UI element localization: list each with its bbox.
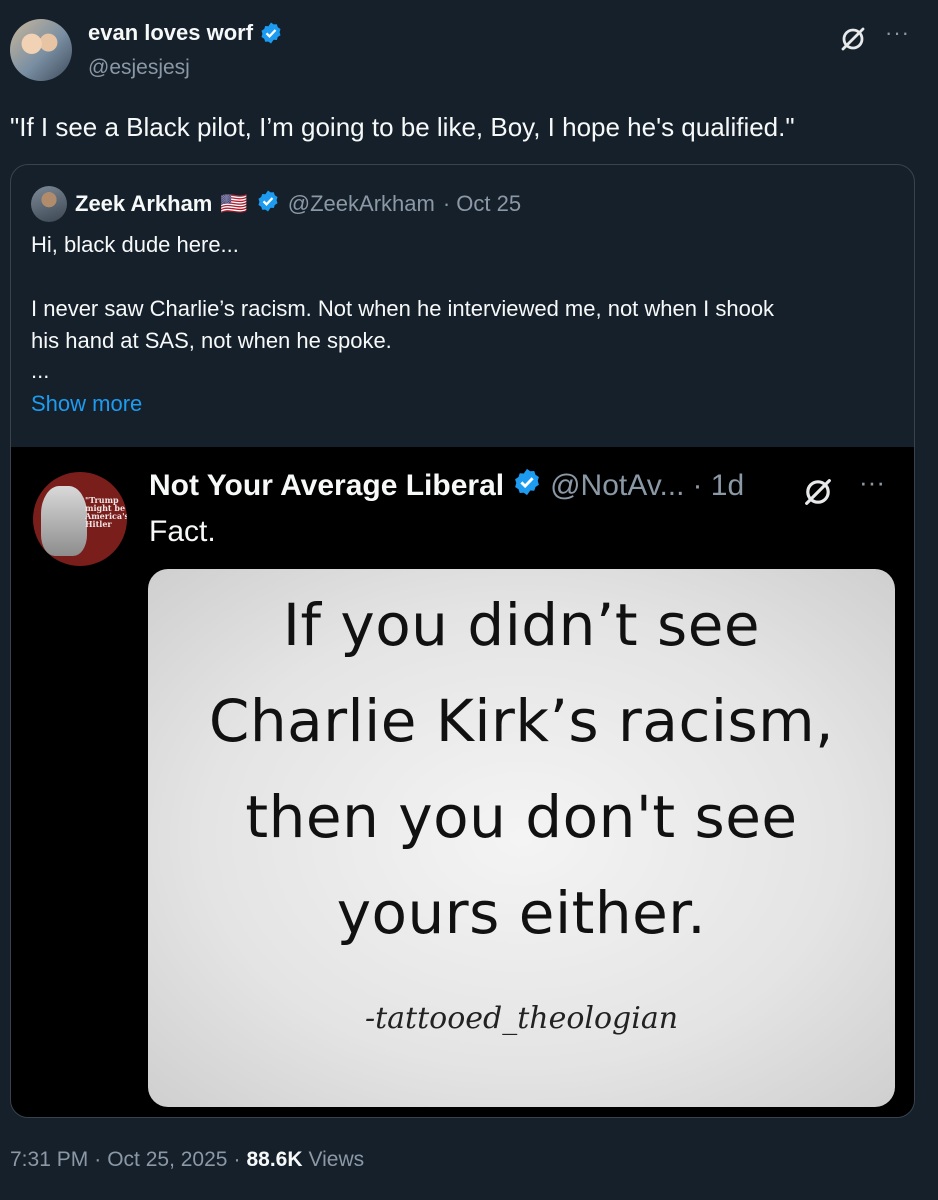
- separator: ·: [94, 1148, 102, 1171]
- author-name-row[interactable]: evan loves worf: [88, 20, 283, 46]
- quote-line: If you didn’t see: [282, 591, 761, 659]
- embedded-author-name: Not Your Average Liberal: [149, 469, 505, 502]
- quoted-tweet-card[interactable]: Zeek Arkham 🇺🇸 @ZeekArkham · Oct 25 Hi, …: [10, 164, 915, 1118]
- tweet-text: "If I see a Black pilot, I’m going to be…: [10, 112, 795, 142]
- quote-signature: -tattooed_theologian: [364, 1001, 679, 1036]
- quoted-text-line: Hi, black dude here...: [31, 232, 239, 257]
- quote-line: then you don't see: [245, 783, 798, 851]
- grok-icon: [801, 475, 835, 514]
- quoted-text-line: his hand at SAS, not when he spoke.: [31, 328, 392, 353]
- quoted-date: · Oct 25: [442, 191, 522, 216]
- quoted-header: Zeek Arkham 🇺🇸 @ZeekArkham · Oct 25: [75, 189, 521, 219]
- attached-image[interactable]: "Trump might be America's Hitler Not You…: [11, 447, 914, 1117]
- author-avatar[interactable]: [10, 19, 72, 81]
- views-count[interactable]: 88.6K: [246, 1148, 302, 1172]
- tweet-metadata: 7:31 PM · Oct 25, 2025 · 88.6K Views: [10, 1148, 364, 1172]
- separator: ·: [233, 1148, 241, 1171]
- views-label: Views: [308, 1148, 365, 1171]
- verified-badge-icon: [512, 467, 542, 505]
- tweet-time[interactable]: 7:31 PM: [10, 1148, 88, 1172]
- us-flag-icon: 🇺🇸: [220, 191, 248, 216]
- embedded-tweet-text: Fact.: [149, 515, 216, 548]
- embedded-header: Not Your Average Liberal @NotAv... · 1d: [149, 467, 744, 505]
- show-more-link[interactable]: Show more: [31, 391, 142, 417]
- embedded-author-avatar: "Trump might be America's Hitler: [33, 472, 127, 566]
- verified-badge-icon: [259, 21, 283, 45]
- more-icon[interactable]: ···: [885, 20, 910, 46]
- quote-graphic: If you didn’t see Charlie Kirk’s racism,…: [148, 569, 895, 1107]
- quoted-ellipsis: ...: [31, 358, 50, 383]
- avatar-caption: "Trump might be America's Hitler: [85, 495, 127, 529]
- quoted-text-line: I never saw Charlie’s racism. Not when h…: [31, 296, 775, 321]
- author-handle[interactable]: @esjesjesj: [88, 56, 190, 80]
- quote-line: yours either.: [336, 879, 707, 947]
- author-name[interactable]: evan loves worf: [88, 20, 253, 46]
- tweet-date[interactable]: Oct 25, 2025: [107, 1148, 227, 1172]
- quoted-author-name[interactable]: Zeek Arkham: [75, 191, 212, 217]
- embedded-author-handle: @NotAv...: [550, 469, 685, 502]
- quoted-author-handle[interactable]: @ZeekArkham: [288, 191, 435, 217]
- grok-icon[interactable]: [838, 24, 868, 59]
- quote-line: Charlie Kirk’s racism,: [208, 687, 835, 755]
- more-icon: ···: [859, 467, 885, 497]
- embedded-age: · 1d: [692, 469, 745, 502]
- verified-badge-icon: [256, 189, 280, 219]
- quoted-author-avatar[interactable]: [31, 186, 67, 222]
